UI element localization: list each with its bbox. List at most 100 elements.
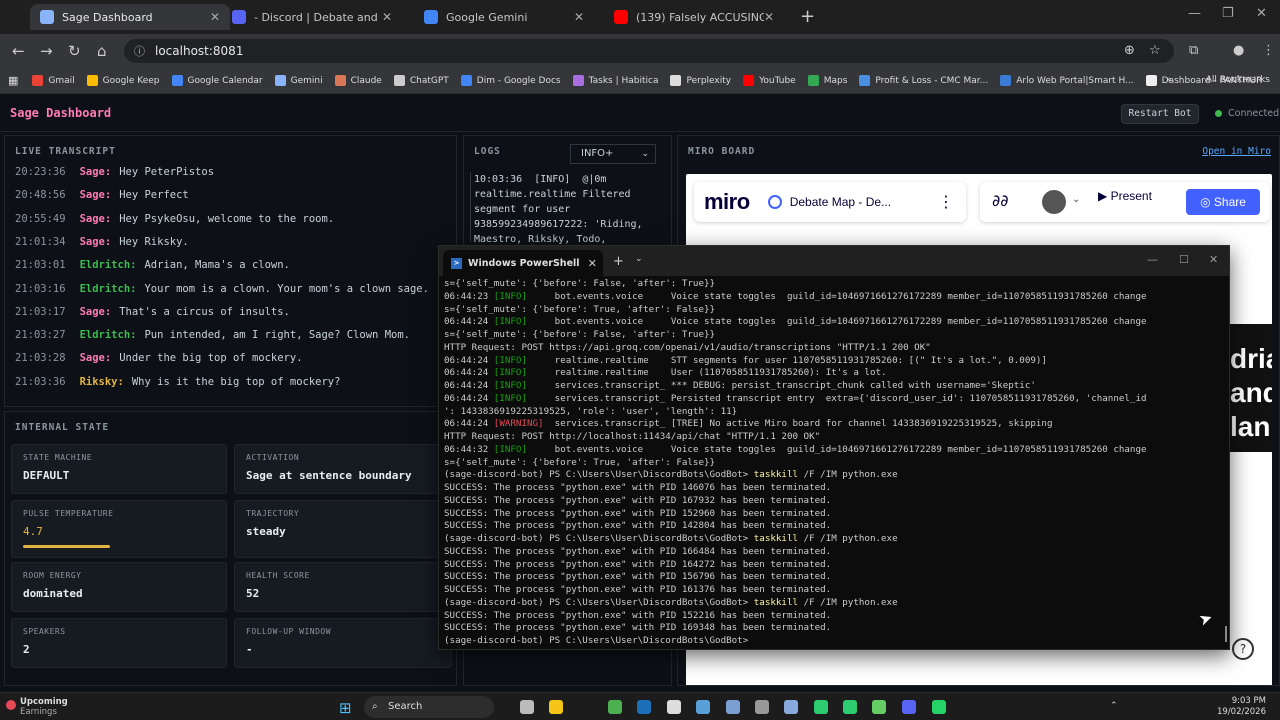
share-button[interactable]: ◎ Share [1186, 189, 1260, 215]
terminal-line: 06:44:24 [INFO] bot.events.voice Voice s… [444, 316, 1224, 329]
bookmark-item[interactable]: ChatGPT [393, 75, 449, 86]
forward-icon[interactable]: → [40, 42, 53, 60]
start-icon[interactable]: ⊞ [339, 699, 352, 717]
maximize-icon[interactable]: ❐ [1222, 6, 1234, 21]
widgets-button[interactable]: Upcoming Earnings [20, 697, 68, 717]
terminal-segment: SUCCESS: The process "python.exe" with P… [444, 558, 832, 570]
tab-title: - Discord | Debate and let Sage [254, 10, 382, 24]
close-tab-icon[interactable]: ✕ [210, 10, 220, 24]
terminal-line: (sage-discord-bot) PS C:\Users\User\Disc… [444, 597, 1224, 610]
back-icon[interactable]: ← [12, 42, 25, 60]
new-terminal-tab-icon[interactable]: + [613, 254, 624, 269]
close-icon[interactable]: ✕ [1209, 253, 1218, 266]
minimize-icon[interactable]: — [1147, 253, 1158, 266]
terminal-line: (sage-discord-bot) PS C:\Users\User\Disc… [444, 635, 1224, 648]
profile-icon[interactable]: ● [1233, 43, 1244, 58]
vpn-icon[interactable] [726, 700, 740, 714]
board-sticky: driaandlan [1224, 324, 1272, 452]
reactions-icon[interactable]: ∂∂ [992, 191, 1009, 210]
bookmark-item[interactable]: Tasks | Habitica [572, 75, 658, 86]
star-icon[interactable]: ☆ [1149, 43, 1161, 58]
taskbar-search[interactable]: ⌕ Search [364, 696, 494, 718]
app-green-icon[interactable] [814, 700, 828, 714]
browser-tab[interactable]: (139) Falsely ACCUSING AI NPCS in S✕ [604, 4, 784, 30]
bookmark-item[interactable]: Profit & Loss - CMC Mar... [859, 75, 988, 86]
apps-icon[interactable]: ▦ [8, 74, 18, 87]
scrollbar[interactable] [1225, 626, 1227, 642]
chevron-down-icon: ⌄ [641, 149, 649, 159]
reload-icon[interactable]: ↻ [68, 42, 81, 60]
new-tab-button[interactable]: + [800, 6, 815, 27]
terminal-segment: bot.events.voice Voice state toggles gui… [527, 443, 1147, 455]
board-name[interactable]: Debate Map - De... [767, 195, 891, 209]
terminal-segment: bot.events.voice Voice state toggles gui… [527, 316, 1147, 328]
close-icon[interactable]: ✕ [1256, 6, 1267, 21]
transcript-panel: LIVE TRANSCRIPT 20:23:36 Sage: Hey PeterPi… [4, 135, 457, 407]
address-bar[interactable]: ⓘ localhost:8081 [124, 39, 1174, 63]
file-explorer-icon[interactable] [549, 700, 563, 714]
bookmark-item[interactable]: Gmail [32, 75, 75, 86]
home-icon[interactable]: ⌂ [97, 42, 107, 60]
restart-bot-button[interactable]: Restart Bot [1121, 104, 1199, 124]
browser-tab[interactable]: - Discord | Debate and let Sage✕ [222, 4, 402, 30]
bookmark-favicon-icon [743, 75, 755, 86]
clock[interactable]: 9:03 PM 19/02/2026 [1217, 696, 1266, 718]
bookmark-item[interactable]: Gemini [274, 75, 323, 86]
bookmark-item[interactable]: Dim - Google Docs [460, 75, 561, 86]
task-view-icon[interactable] [520, 700, 534, 714]
state-label: TRAJECTORY [246, 509, 300, 518]
more-menu-icon[interactable]: ⋮ [938, 192, 954, 211]
tray-chevron-icon[interactable]: ⌃ [1110, 701, 1118, 711]
chrome-icon[interactable] [608, 700, 622, 714]
bookmark-item[interactable]: YouTube [743, 75, 796, 86]
media-icon[interactable] [843, 700, 857, 714]
help-icon[interactable]: ? [1232, 638, 1254, 660]
terminal-icon[interactable] [755, 700, 769, 714]
open-in-miro-link[interactable]: Open in Miro [1202, 146, 1271, 157]
state-value: - [246, 643, 253, 656]
whatsapp-icon[interactable] [932, 700, 946, 714]
tab-strip: Sage Dashboard✕- Discord | Debate and le… [0, 0, 1280, 34]
steam-icon[interactable] [637, 700, 651, 714]
transcript-row: 21:01:34 Sage: Hey Riksky. [15, 236, 189, 248]
bookmark-item[interactable]: Claude [334, 75, 382, 86]
notes-icon[interactable] [784, 700, 798, 714]
close-tab-icon[interactable]: ✕ [382, 10, 392, 24]
state-value: Sage at sentence boundary [246, 469, 412, 482]
close-tab-icon[interactable]: ✕ [574, 10, 584, 24]
log-level-select[interactable]: INFO+ ⌄ [570, 144, 656, 164]
maximize-icon[interactable]: ☐ [1179, 253, 1189, 266]
extensions-icon[interactable]: ⧉ [1189, 43, 1198, 58]
present-button[interactable]: ▶ Present [1098, 189, 1152, 203]
bookmark-item[interactable]: Arlo Web Portal|Smart H... [1000, 75, 1134, 86]
bookmark-favicon-icon [393, 75, 405, 86]
terminal-tab[interactable]: > Windows PowerShell ✕ [443, 250, 603, 276]
minimize-icon[interactable]: — [1188, 6, 1201, 21]
chevron-down-icon[interactable]: ⌄ [1072, 194, 1080, 205]
bookmark-item[interactable]: Perplexity [670, 75, 731, 86]
all-bookmarks-button[interactable]: All Bookmarks [1206, 75, 1270, 85]
terminal-segment: [WARNING] [493, 418, 544, 430]
menu-icon[interactable]: ⋮ [1262, 43, 1275, 58]
globe-icon [40, 10, 54, 24]
bookmark-label: Dim - Google Docs [476, 75, 561, 86]
bookmark-item[interactable]: Maps [807, 75, 847, 86]
bookmark-item[interactable]: Google Calendar [171, 75, 263, 86]
site-info-icon[interactable]: ⓘ [134, 43, 145, 59]
close-tab-icon[interactable]: ✕ [764, 10, 774, 24]
close-tab-icon[interactable]: ✕ [588, 257, 597, 270]
zoom-icon[interactable]: ⊕ [1124, 43, 1135, 58]
more-bookmarks-button[interactable]: » [1166, 75, 1172, 85]
steam-alt-icon[interactable] [696, 700, 710, 714]
miro-title: MIRO BOARD [688, 146, 756, 157]
discord-icon[interactable] [902, 700, 916, 714]
state-cell: PULSE TEMPERATURE 4.7 [11, 500, 227, 558]
refresh-icon[interactable] [872, 700, 886, 714]
bookmark-item[interactable]: Google Keep [86, 75, 160, 86]
avatar[interactable] [1042, 190, 1066, 214]
browser-tab[interactable]: Google Gemini ✕ [414, 4, 594, 30]
app-icon[interactable] [667, 700, 681, 714]
browser-tab[interactable]: Sage Dashboard ✕ [30, 4, 230, 30]
chevron-down-icon[interactable]: ⌄ [635, 254, 643, 264]
terminal-output[interactable]: s={'self_mute': {'before': False, 'after… [444, 278, 1224, 648]
